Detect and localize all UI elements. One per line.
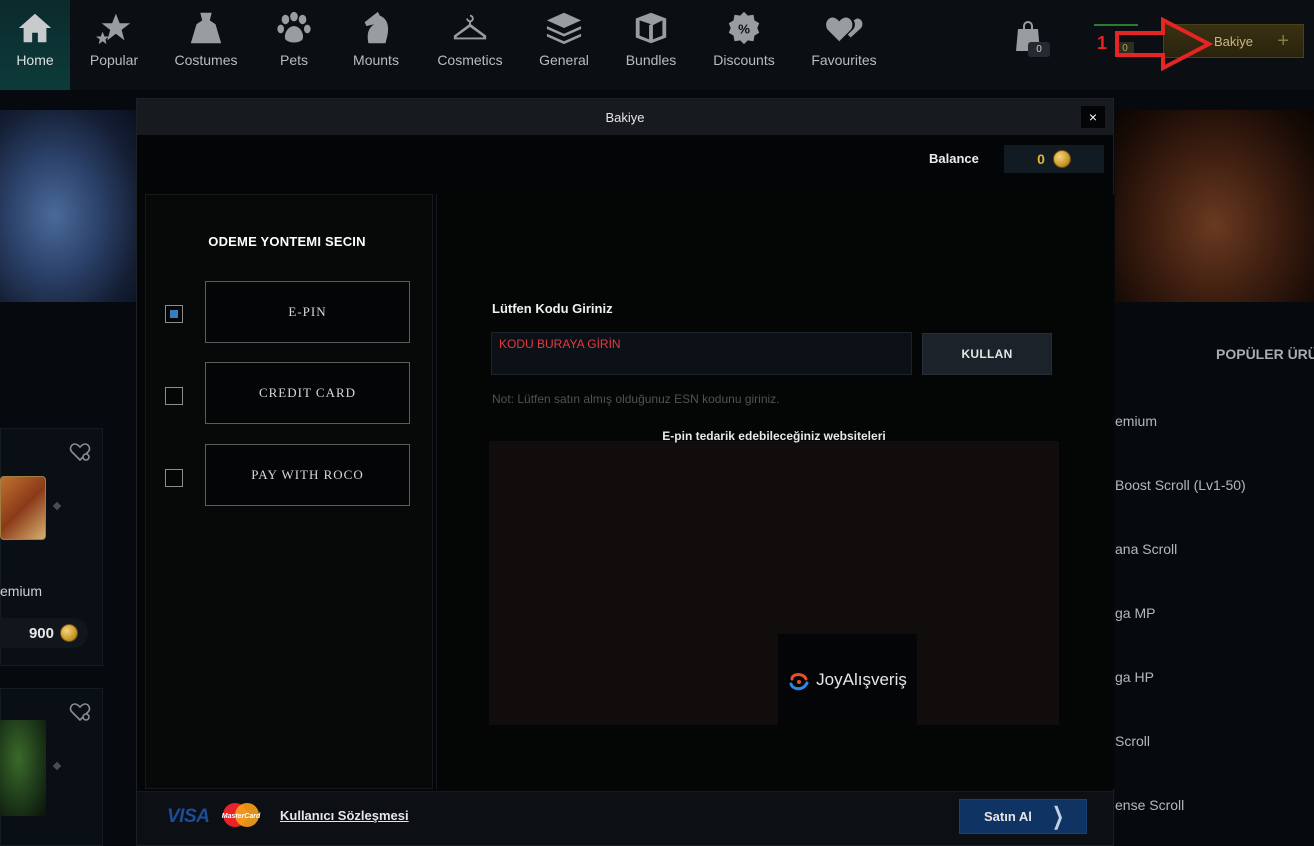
price-value: 900: [28, 624, 54, 642]
payment-method-title: ODEME YONTEMI SECIN: [208, 234, 366, 249]
coin-icon: [1052, 150, 1071, 168]
nav-costumes[interactable]: Costumes: [170, 0, 242, 90]
modal-header: Bakiye ×: [137, 99, 1113, 135]
paw-icon: [277, 11, 311, 43]
popular-product-item[interactable]: emium: [1115, 413, 1157, 429]
nav-popular[interactable]: Popular: [82, 0, 146, 90]
popular-product-item[interactable]: Boost Scroll (Lv1-50): [1115, 477, 1246, 493]
background-product-image: [0, 720, 46, 816]
joyalisveris-site-link[interactable]: JoyAlışveriş: [778, 634, 917, 725]
nav-costumes-label: Costumes: [174, 52, 238, 68]
dress-icon: [190, 12, 222, 44]
modal-footer: VISA MasterCard Kullanıcı Sözleşmesi Sat…: [137, 791, 1113, 845]
popular-product-item[interactable]: ana Scroll: [1115, 541, 1177, 557]
top-navigation: Home Popular Costumes Pets Mounts Cosmet…: [0, 0, 1314, 90]
annotation-arrow-icon: [1115, 17, 1214, 71]
background-product-name: emium: [0, 583, 43, 599]
epin-sites-title: E-pin tedarik edebileceğiniz websiteleri: [662, 429, 886, 443]
coin-icon: [60, 624, 78, 642]
store-page: Home Popular Costumes Pets Mounts Cosmet…: [0, 0, 1314, 846]
epin-method-label: E-PIN: [288, 304, 327, 319]
nav-cosmetics-label: Cosmetics: [437, 52, 503, 68]
background-product-image: [0, 476, 46, 540]
credit-card-method-button[interactable]: CREDIT CARD: [205, 362, 410, 424]
plus-icon: +: [1277, 29, 1289, 52]
chevron-right-icon: ❯: [1051, 803, 1064, 830]
background-banner-right: [1115, 110, 1314, 302]
annotation-number: 1: [1097, 33, 1108, 53]
background-product-price: 900: [0, 618, 88, 648]
popular-products-title: POPÜLER ÜRÜ: [1216, 346, 1314, 362]
layers-icon: [546, 12, 582, 45]
buy-button-label: Satın Al: [983, 809, 1032, 824]
epin-sites-box: [489, 441, 1059, 725]
nav-home-label: Home: [16, 52, 54, 68]
box-icon: [635, 12, 667, 44]
favourite-heart-icon[interactable]: [69, 441, 91, 463]
popular-product-item[interactable]: ga MP: [1115, 605, 1155, 621]
credit-card-method-label: CREDIT CARD: [258, 385, 357, 400]
epin-checkbox[interactable]: [165, 305, 183, 323]
nav-general-label: General: [539, 52, 589, 68]
buy-button[interactable]: Satın Al ❯: [959, 799, 1087, 834]
user-agreement-link[interactable]: Kullanıcı Sözleşmesi: [280, 808, 409, 823]
mastercard-logo-icon: MasterCard: [222, 803, 261, 827]
home-icon: [18, 13, 52, 43]
hanger-icon: [453, 14, 487, 40]
nav-mounts-label: Mounts: [353, 52, 399, 68]
roco-method-label: PAY WITH ROCO: [251, 467, 364, 482]
site-name: JoyAlışveriş: [816, 669, 907, 689]
stars-icon: [95, 13, 131, 45]
balance-label: Balance: [929, 151, 979, 166]
visa-logo: VISA: [167, 806, 210, 827]
cart-button[interactable]: 0: [1014, 20, 1054, 62]
close-button[interactable]: ×: [1081, 106, 1105, 128]
hearts-icon: [826, 17, 863, 42]
popular-product-item[interactable]: ense Scroll: [1115, 797, 1184, 813]
cart-count-badge: 0: [1028, 42, 1050, 57]
nav-bundles[interactable]: Bundles: [622, 0, 680, 90]
roco-checkbox[interactable]: [165, 469, 183, 487]
balance-modal: Bakiye × Balance 0 ODEME YONTEMI SECIN E…: [136, 98, 1114, 846]
nav-cosmetics[interactable]: Cosmetics: [434, 0, 506, 90]
nav-bundles-label: Bundles: [625, 52, 677, 68]
nav-pets-label: Pets: [279, 52, 308, 68]
svg-text:%: %: [738, 22, 750, 37]
nav-home[interactable]: Home: [0, 0, 70, 90]
nav-discounts[interactable]: % Discounts: [710, 0, 778, 90]
modal-title: Bakiye: [605, 109, 645, 125]
nav-mounts[interactable]: Mounts: [346, 0, 406, 90]
discount-icon: %: [728, 11, 760, 45]
code-entry-title: Lütfen Kodu Giriniz: [492, 301, 613, 316]
favourite-heart-icon[interactable]: [69, 701, 91, 723]
nav-popular-label: Popular: [89, 52, 139, 68]
roco-method-button[interactable]: PAY WITH ROCO: [205, 444, 410, 506]
use-code-button-label: KULLAN: [961, 347, 1013, 361]
horse-icon: [364, 11, 389, 44]
nav-discounts-label: Discounts: [713, 52, 775, 68]
nav-favourites[interactable]: Favourites: [808, 0, 880, 90]
epin-method-button[interactable]: E-PIN: [205, 281, 410, 343]
mastercard-text: MasterCard: [222, 813, 261, 820]
popular-product-item[interactable]: ga HP: [1115, 669, 1154, 685]
balance-display: 0: [1004, 145, 1104, 173]
nav-general[interactable]: General: [534, 0, 594, 90]
credit-card-checkbox[interactable]: [165, 387, 183, 405]
code-note: Not: Lütfen satın almış olduğunuz ESN ko…: [492, 392, 780, 406]
popular-product-item[interactable]: Scroll: [1115, 733, 1150, 749]
balance-value: 0: [1037, 151, 1045, 167]
use-code-button[interactable]: KULLAN: [922, 333, 1052, 375]
joyalisveris-logo-icon: [789, 672, 809, 690]
nav-favourites-label: Favourites: [811, 52, 877, 68]
background-banner-left: [0, 110, 136, 302]
code-input[interactable]: [491, 332, 912, 375]
nav-pets[interactable]: Pets: [268, 0, 320, 90]
